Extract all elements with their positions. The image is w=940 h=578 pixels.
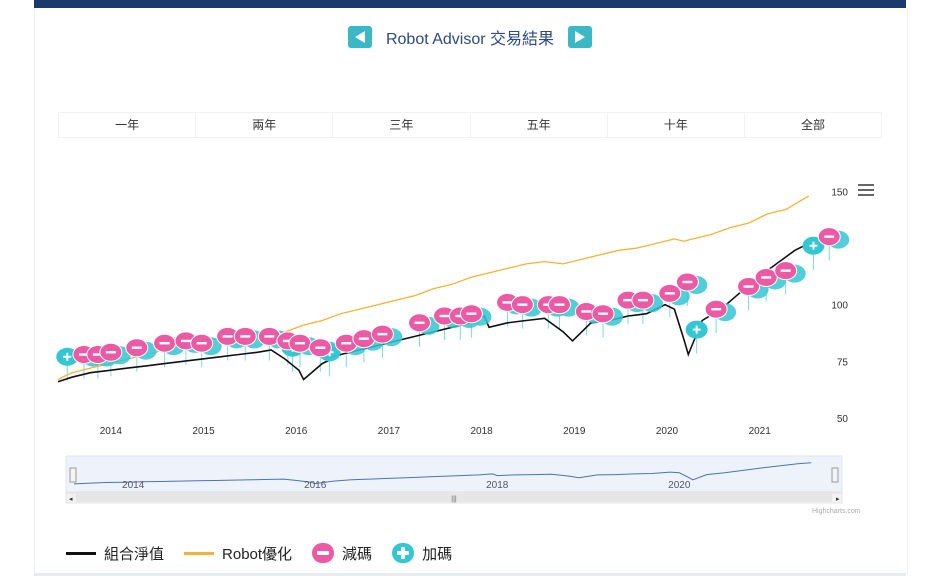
minus-bar	[598, 312, 609, 315]
navigator-tick-label: 2014	[122, 480, 145, 491]
minus-bar	[358, 337, 369, 340]
add-flag	[685, 320, 708, 339]
minus-bar	[414, 321, 425, 324]
plus-v	[812, 241, 815, 250]
legend-line-orange	[184, 551, 215, 555]
legend-reduce-label: 減碼	[342, 545, 373, 563]
legend-add-label: 加碼	[422, 545, 453, 563]
legend-robot-label: Robot優化	[222, 545, 293, 563]
minus-bar	[222, 335, 233, 338]
minus-bar	[780, 269, 791, 272]
reduce-flag	[754, 267, 778, 287]
x-tick-label: 2020	[656, 426, 679, 437]
chart-legend: 組合淨值 Robot優化 減碼 加碼	[66, 540, 472, 566]
legend-reduce[interactable]: 減碼	[312, 543, 372, 564]
minus-bar	[196, 342, 207, 345]
reduce-flag	[774, 261, 798, 281]
navigator-left-handle[interactable]	[69, 467, 77, 483]
reduce-flag	[233, 326, 257, 346]
legend-line-black	[66, 551, 96, 555]
scroll-grip-icon: |||	[451, 496, 457, 503]
reduce-flag	[631, 290, 655, 310]
x-tick-label: 2021	[749, 426, 772, 437]
minus-bar	[315, 346, 326, 349]
minus-bar	[131, 346, 142, 349]
minus-bar	[554, 303, 565, 306]
reduce-flag	[510, 295, 534, 315]
navigator-right-handle[interactable]	[831, 467, 839, 483]
minus-bar	[264, 335, 275, 338]
minus-bar	[294, 342, 305, 345]
chart-canvas: 2014 2015 2016 2017 2018 2019 2020 2021 50 75 100 1…	[56, 187, 850, 504]
minus-bar	[159, 342, 170, 345]
reduce-flag	[591, 304, 615, 324]
portfolio-line	[57, 242, 810, 383]
x-tick-label: 2018	[470, 426, 493, 437]
reduce-flag	[675, 272, 699, 292]
reduce-flag	[308, 338, 332, 358]
credits-label[interactable]: Highcharts.com	[812, 508, 861, 515]
x-tick-label: 2019	[563, 426, 586, 437]
legend-portfolio[interactable]: 組合淨值	[66, 543, 164, 564]
minus-bar	[240, 335, 251, 338]
minus-bar	[105, 351, 116, 354]
reduce-flag	[817, 227, 841, 247]
minus-bar	[581, 310, 592, 313]
y-tick-label: 100	[831, 301, 848, 312]
x-tick-label: 2017	[378, 426, 401, 437]
scroll-left-arrow-icon: ◂	[69, 496, 73, 503]
reduce-flag	[547, 295, 571, 315]
y-tick-label: 50	[837, 414, 849, 425]
minus-bar	[637, 298, 648, 302]
reduce-flag	[408, 313, 432, 333]
minus-bar	[180, 339, 191, 343]
reduce-flag	[125, 338, 149, 358]
reduce-flag	[704, 299, 728, 319]
y-tick-label: 150	[831, 187, 848, 198]
reduce-flag	[459, 304, 483, 324]
navigator-tick-label: 2018	[486, 480, 509, 491]
plus-v	[66, 352, 69, 361]
minus-badge-icon	[312, 543, 335, 563]
reduce-flag	[190, 333, 214, 353]
y-tick-label: 75	[837, 357, 849, 368]
navigator-tick-label: 2020	[668, 480, 691, 491]
minus-bar	[517, 303, 528, 306]
legend-robot[interactable]: Robot優化	[184, 543, 292, 564]
minus-bar	[743, 285, 754, 288]
legend-portfolio-label: 組合淨值	[104, 545, 165, 563]
x-tick-label: 2015	[192, 426, 215, 437]
navigator-tick-label: 2016	[304, 480, 327, 491]
minus-bar	[711, 308, 722, 311]
reduce-flag	[99, 342, 123, 362]
reduce-flag	[153, 333, 177, 353]
x-tick-label: 2014	[100, 426, 123, 437]
minus-bar	[761, 276, 772, 279]
plus-badge-icon	[392, 543, 415, 563]
minus-bar	[377, 332, 388, 336]
card-bottom-border	[34, 573, 906, 576]
reduce-flag	[370, 324, 394, 344]
minus-bar	[439, 314, 450, 318]
legend-add[interactable]: 加碼	[392, 543, 452, 564]
navigator-window	[65, 455, 843, 493]
minus-bar	[466, 312, 477, 315]
minus-bar	[664, 292, 675, 295]
minus-bar	[824, 235, 835, 238]
x-tick-label: 2016	[285, 426, 308, 437]
reduce-flag	[658, 283, 682, 303]
reduce-flag	[288, 333, 312, 353]
scroll-right-arrow-icon: ▸	[836, 496, 840, 503]
plus-v	[695, 325, 698, 334]
minus-bar	[682, 280, 693, 284]
minus-bar	[341, 342, 352, 345]
